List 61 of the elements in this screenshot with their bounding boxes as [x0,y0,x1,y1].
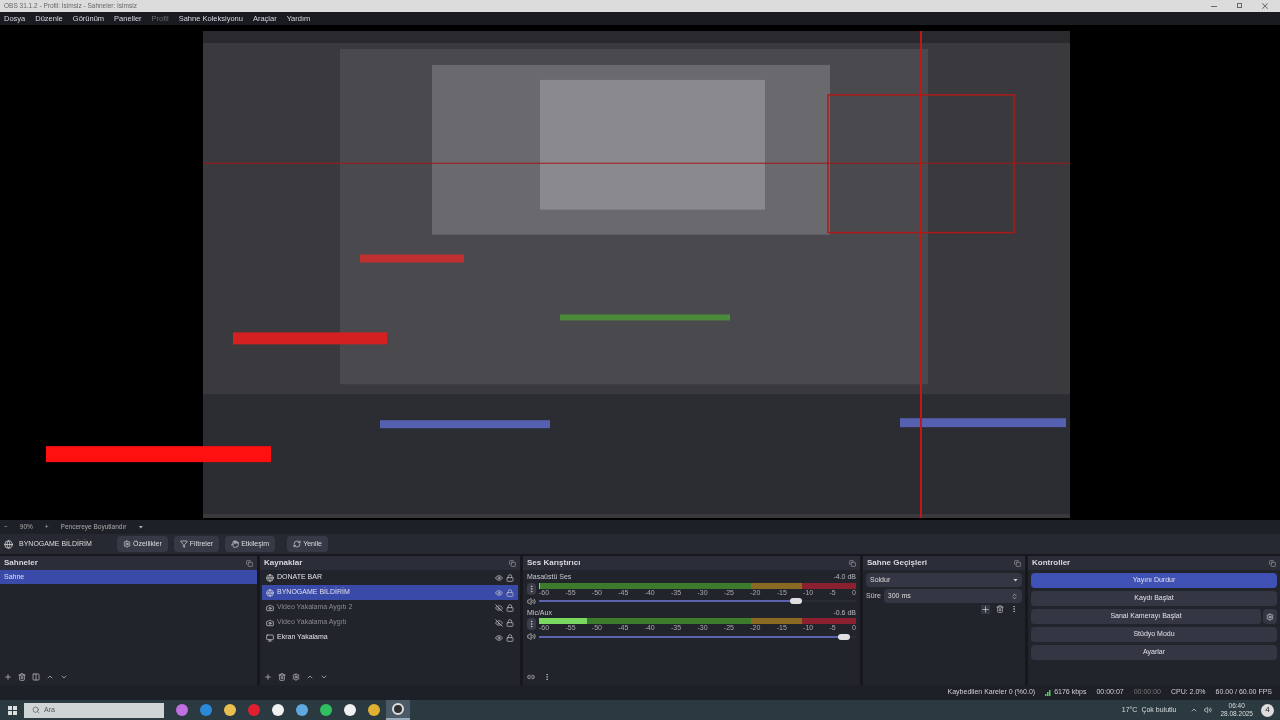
hand-icon [231,540,240,548]
notification-badge[interactable]: 4 [1261,703,1274,717]
add-icon[interactable] [264,673,272,681]
trash-icon[interactable] [18,673,26,681]
add-icon[interactable] [981,605,990,614]
gear-icon [123,540,131,548]
lock-icon[interactable] [506,573,514,582]
gear-icon [1266,612,1274,621]
more-icon[interactable] [527,582,536,595]
taskbar-app[interactable] [386,700,410,720]
source-type-icon [266,588,274,597]
undock-icon[interactable] [1014,559,1021,567]
source-type-icon [266,618,274,627]
eye-off-icon[interactable] [495,618,503,627]
browser-icon [4,539,13,549]
eye-off-icon[interactable] [495,603,503,612]
panel-title: Ses Karıştırıcı [527,557,581,569]
lock-icon[interactable] [506,603,514,612]
more-icon[interactable] [527,618,536,630]
lock-icon[interactable] [506,633,514,642]
eye-icon[interactable] [495,588,503,597]
caret-icon [138,525,144,529]
caret-icon [1013,578,1018,582]
settings-button[interactable] [1263,609,1277,624]
undock-icon[interactable] [509,559,516,567]
more-icon[interactable] [543,673,551,681]
source-type-icon [266,573,274,582]
lock-icon[interactable] [506,588,514,597]
spinner-icon[interactable] [1011,592,1018,600]
move-down-icon[interactable] [320,673,328,681]
move-down-icon[interactable] [60,673,68,681]
settings-icon[interactable] [292,673,300,681]
add-icon[interactable] [4,673,12,681]
more-icon[interactable] [1010,605,1018,613]
eye-icon[interactable] [495,573,503,582]
trash-icon[interactable] [278,673,286,681]
undock-icon[interactable] [1269,559,1276,567]
link-icon[interactable] [527,673,535,681]
refresh-icon [293,540,302,548]
panel-title: Kontroller [1032,557,1071,569]
panel-title: Sahneler [4,557,38,569]
source-type-icon [266,603,274,612]
speaker-icon[interactable] [527,596,536,606]
panel-title: Sahne Geçişleri [867,557,928,569]
source-type-icon [266,633,274,642]
speaker-icon[interactable] [527,632,536,641]
signal-icon [1045,689,1053,696]
volume-slider[interactable] [539,632,856,641]
undock-icon[interactable] [849,559,856,567]
trash-icon[interactable] [996,605,1004,613]
move-up-icon[interactable] [46,673,54,681]
eye-icon[interactable] [495,633,503,642]
tray-expand-icon[interactable] [1190,706,1199,714]
maximize-icon[interactable] [1237,3,1242,8]
move-up-icon[interactable] [306,673,314,681]
volume-icon[interactable] [1204,706,1213,714]
search-icon [32,706,40,714]
panel-title: Kaynaklar [264,557,303,569]
undock-icon[interactable] [246,559,253,567]
lock-icon[interactable] [506,618,514,627]
volume-slider[interactable] [539,597,856,605]
